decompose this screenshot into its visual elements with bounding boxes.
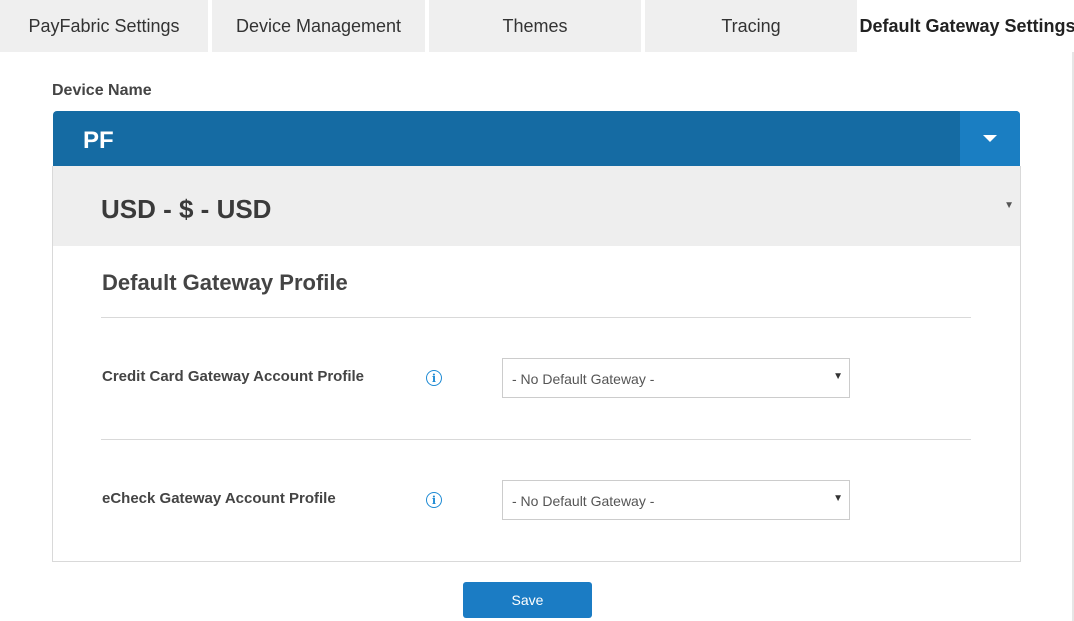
caret-down-icon: ▼ — [833, 493, 843, 504]
device-name-dropdown[interactable]: PF — [53, 111, 1020, 166]
tab-payfabric-settings[interactable]: PayFabric Settings — [0, 0, 208, 52]
tab-tracing[interactable]: Tracing — [645, 0, 857, 52]
currency-value: USD - $ - USD — [101, 194, 272, 224]
credit-card-gateway-value: - No Default Gateway - — [512, 371, 655, 387]
tab-themes[interactable]: Themes — [429, 0, 641, 52]
divider — [101, 317, 971, 318]
info-icon[interactable]: i — [426, 492, 442, 508]
device-name-value: PF — [83, 127, 114, 154]
settings-tab-bar: PayFabric Settings Device Management The… — [0, 0, 1074, 52]
echeck-profile-label: eCheck Gateway Account Profile — [102, 490, 336, 507]
info-icon[interactable]: i — [426, 370, 442, 386]
echeck-gateway-value: - No Default Gateway - — [512, 493, 655, 509]
divider — [101, 439, 971, 440]
echeck-gateway-select[interactable]: - No Default Gateway - ▼ — [502, 480, 850, 520]
caret-down-icon: ▼ — [833, 371, 843, 382]
tab-default-gateway-settings[interactable]: Default Gateway Settings — [859, 0, 1074, 52]
tab-device-management[interactable]: Device Management — [212, 0, 425, 52]
device-name-label: Device Name — [52, 82, 152, 99]
chevron-down-icon — [983, 135, 997, 142]
save-button[interactable]: Save — [463, 582, 592, 618]
device-dropdown-toggle[interactable] — [960, 111, 1020, 166]
credit-card-profile-label: Credit Card Gateway Account Profile — [102, 368, 365, 385]
currency-dropdown[interactable]: USD - $ - USD ▼ — [53, 166, 1020, 246]
credit-card-gateway-select[interactable]: - No Default Gateway - ▼ — [502, 358, 850, 398]
caret-down-icon: ▼ — [1004, 200, 1014, 211]
section-title: Default Gateway Profile — [102, 270, 348, 295]
